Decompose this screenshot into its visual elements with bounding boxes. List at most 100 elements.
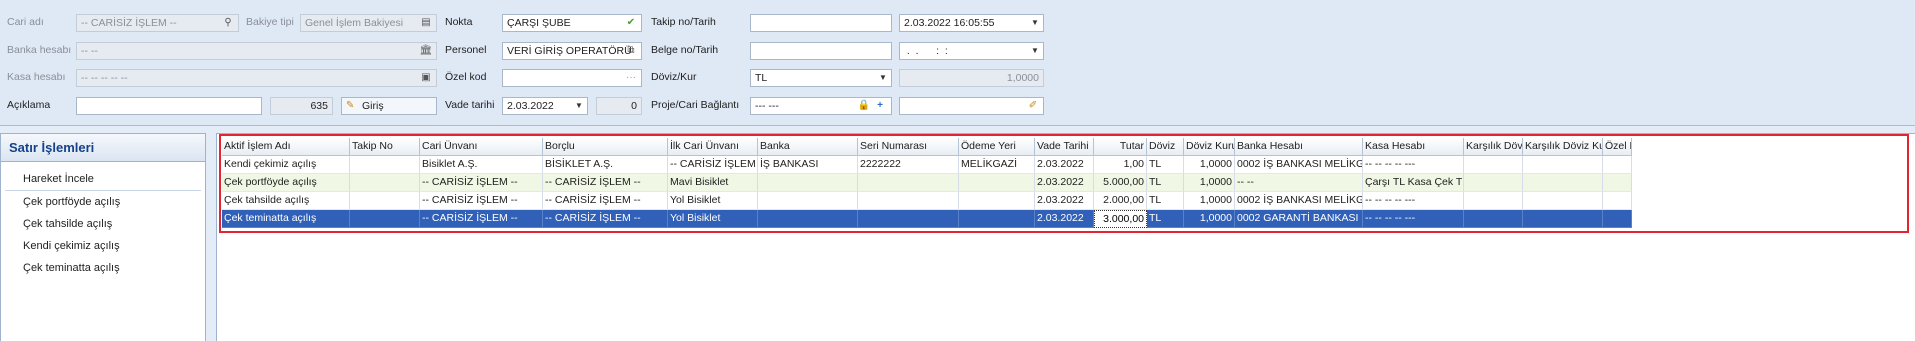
table-cell[interactable] — [350, 192, 420, 210]
table-cell[interactable]: Kendi çekimiz açılış — [222, 156, 350, 174]
table-cell[interactable] — [350, 174, 420, 192]
table-cell[interactable]: Bisiklet A.Ş. — [420, 156, 543, 174]
ozel-kod-field[interactable]: ··· — [502, 69, 642, 87]
left-action-item[interactable]: Çek tahsilde açılış — [1, 213, 205, 235]
bakiye-tipi-field[interactable]: Genel İşlem Bakiyesi ▤ — [300, 14, 437, 32]
table-cell[interactable]: MELİKGAZİ — [959, 156, 1035, 174]
table-cell[interactable]: Yol Bisiklet — [668, 210, 758, 228]
table-cell[interactable]: -- -- — [1235, 174, 1363, 192]
table-cell[interactable]: 1,00 — [1094, 156, 1147, 174]
table-cell[interactable]: -- CARİSİZ İŞLEM -- — [543, 210, 668, 228]
table-cell[interactable]: -- -- -- -- --- — [1363, 192, 1464, 210]
column-header[interactable]: Borçlu — [543, 138, 668, 156]
ellipsis-icon[interactable]: ··· — [624, 71, 638, 85]
vade-gun-field[interactable]: 0 — [596, 97, 642, 115]
column-header[interactable]: Takip No — [350, 138, 420, 156]
table-cell[interactable]: Çarşı TL Kasa Çek TL — [1363, 174, 1464, 192]
nokta-field[interactable]: ÇARŞI ŞUBE ✔ — [502, 14, 642, 32]
chevron-down-icon[interactable]: ▼ — [877, 72, 889, 84]
table-cell[interactable] — [1523, 174, 1603, 192]
chevron-down-icon[interactable]: ▼ — [1029, 17, 1041, 29]
kasa-hesabi-field[interactable]: -- -- -- -- -- ▣ — [76, 69, 437, 87]
doviz-select[interactable]: TL ▼ — [750, 69, 892, 87]
table-cell[interactable] — [959, 174, 1035, 192]
column-header[interactable]: Döviz Kuru — [1184, 138, 1235, 156]
column-header[interactable]: Vade Tarihi — [1035, 138, 1094, 156]
table-cell[interactable]: TL — [1147, 156, 1184, 174]
table-cell[interactable] — [1603, 210, 1632, 228]
table-cell[interactable]: TL — [1147, 174, 1184, 192]
takip-no-input[interactable] — [750, 14, 892, 32]
belge-no-input[interactable] — [750, 42, 892, 60]
table-cell[interactable]: Çek teminatta açılış — [222, 210, 350, 228]
table-cell[interactable]: Yol Bisiklet — [668, 192, 758, 210]
column-header[interactable]: İlk Cari Ünvanı — [668, 138, 758, 156]
table-cell[interactable]: Çek tahsilde açılış — [222, 192, 350, 210]
table-cell[interactable] — [1523, 210, 1603, 228]
column-header[interactable]: Karşılık Döviz Kuru — [1523, 138, 1603, 156]
table-cell[interactable] — [1464, 192, 1523, 210]
giris-button[interactable]: ✎ Giriş — [341, 97, 437, 115]
table-cell[interactable]: 1,0000 — [1184, 174, 1235, 192]
table-cell[interactable]: 0002 GARANTİ BANKASI MELİK — [1235, 210, 1363, 228]
table-cell[interactable]: -- -- -- -- --- — [1363, 210, 1464, 228]
table-cell[interactable]: 1,0000 — [1184, 192, 1235, 210]
table-cell[interactable]: 1,0000 — [1184, 210, 1235, 228]
column-header[interactable]: Özel Ko — [1603, 138, 1632, 156]
aciklama-input[interactable] — [76, 97, 262, 115]
table-cell[interactable] — [1523, 156, 1603, 174]
binoculars-icon[interactable]: ⚲ — [221, 16, 235, 30]
left-action-item[interactable]: Çek portföyde açılış — [1, 191, 205, 213]
table-cell[interactable] — [1464, 156, 1523, 174]
chevron-down-icon[interactable]: ▼ — [573, 100, 585, 112]
table-cell[interactable]: -- -- -- -- --- — [1363, 156, 1464, 174]
chevron-down-icon[interactable]: ▼ — [1029, 45, 1041, 57]
table-cell[interactable]: 2.03.2022 — [1035, 192, 1094, 210]
plus-icon[interactable]: + — [873, 99, 887, 113]
table-cell[interactable]: -- CARİSİZ İŞLEM -- — [420, 174, 543, 192]
table-cell[interactable] — [1603, 156, 1632, 174]
bank-icon[interactable]: 🏛 — [419, 44, 433, 58]
table-cell[interactable] — [350, 156, 420, 174]
table-cell[interactable] — [858, 192, 959, 210]
table-cell[interactable]: -- CARİSİZ İŞLEM -- — [420, 210, 543, 228]
doviz-kur-field[interactable]: 1,0000 — [899, 69, 1044, 87]
column-header[interactable]: Banka — [758, 138, 858, 156]
table-cell[interactable] — [758, 174, 858, 192]
table-row[interactable]: Kendi çekimiz açılış Bisiklet A.Ş. BİSİKLE… — [222, 156, 1915, 174]
column-header[interactable]: Tutar — [1094, 138, 1147, 156]
table-cell[interactable] — [350, 210, 420, 228]
table-cell[interactable]: 2222222 — [858, 156, 959, 174]
proje-field[interactable]: --- --- 🔒 + — [750, 97, 892, 115]
table-cell[interactable]: 0002 İŞ BANKASI MELİKGAZİ TL — [1235, 156, 1363, 174]
list-icon[interactable]: ▤ — [419, 16, 433, 30]
check-icon[interactable]: ✔ — [624, 16, 638, 30]
column-header[interactable]: Döviz — [1147, 138, 1184, 156]
table-cell[interactable]: 2.000,00 — [1094, 192, 1147, 210]
table-cell[interactable]: 2.03.2022 — [1035, 156, 1094, 174]
column-header[interactable]: Banka Hesabı — [1235, 138, 1363, 156]
left-action-item[interactable]: Çek teminatta açılış — [1, 257, 205, 279]
table-cell[interactable]: İŞ BANKASI — [758, 156, 858, 174]
belge-date-field[interactable]: . . : : ▼ — [899, 42, 1044, 60]
table-cell[interactable] — [758, 192, 858, 210]
table-cell[interactable]: -- CARİSİZ İŞLEM -- — [668, 156, 758, 174]
column-header[interactable]: Seri Numarası — [858, 138, 959, 156]
table-cell[interactable]: 5.000,00 — [1094, 174, 1147, 192]
table-cell[interactable]: 2.03.2022 — [1035, 174, 1094, 192]
table-cell[interactable] — [1603, 192, 1632, 210]
table-cell[interactable] — [1603, 174, 1632, 192]
column-header[interactable]: Kasa Hesabı — [1363, 138, 1464, 156]
takip-date-field[interactable]: 2.03.2022 16:05:55 ▼ — [899, 14, 1044, 32]
table-cell[interactable]: -- CARİSİZ İŞLEM -- — [543, 174, 668, 192]
table-cell[interactable] — [858, 210, 959, 228]
personel-field[interactable]: VERİ GİRİŞ OPERATÖRÜ ⧉ — [502, 42, 642, 60]
table-row[interactable]: Çek tahsilde açılış -- CARİSİZ İŞLEM -- --… — [222, 192, 1915, 210]
cari-adi-field[interactable]: -- CARİSİZ İŞLEM -- ⚲ — [76, 14, 239, 32]
table-cell[interactable]: BİSİKLET A.Ş. — [543, 156, 668, 174]
table-cell[interactable]: Mavi Bisiklet — [668, 174, 758, 192]
table-cell[interactable]: -- CARİSİZ İŞLEM -- — [543, 192, 668, 210]
column-header[interactable]: Aktif İşlem Adı — [222, 138, 350, 156]
vade-tarihi-field[interactable]: 2.03.2022 ▼ — [502, 97, 588, 115]
lock-icon[interactable]: 🔒 — [857, 99, 871, 113]
